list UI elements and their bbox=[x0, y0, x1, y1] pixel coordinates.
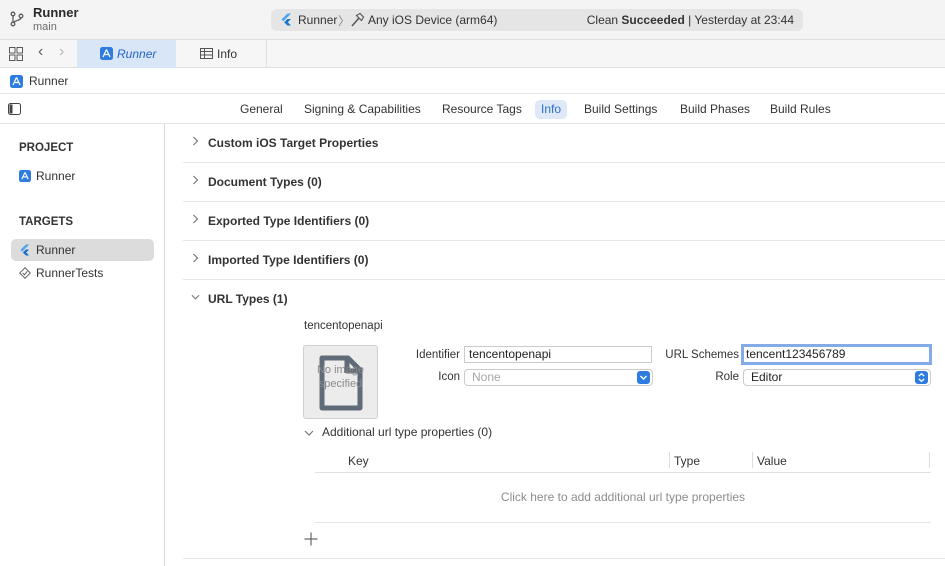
url-schemes-field[interactable]: tencent123456789 bbox=[741, 344, 932, 365]
app-icon bbox=[19, 170, 31, 182]
branch-name[interactable]: main bbox=[33, 21, 57, 33]
empty-table-placeholder[interactable]: Click here to add additional url type pr… bbox=[315, 490, 931, 504]
tab-general[interactable]: General bbox=[234, 100, 289, 119]
tab-build-rules[interactable]: Build Rules bbox=[764, 100, 837, 119]
additional-properties-toggle[interactable]: Additional url type properties (0) bbox=[322, 425, 492, 439]
app-icon bbox=[100, 47, 113, 60]
column-header-key[interactable]: Key bbox=[348, 454, 369, 468]
breadcrumb: Runner bbox=[0, 68, 945, 94]
chevron-right-icon bbox=[193, 214, 199, 224]
role-select-value: Editor bbox=[751, 370, 783, 384]
role-select[interactable]: Editor bbox=[743, 369, 931, 386]
image-placeholder-text: No image specified bbox=[316, 364, 365, 390]
tab-resource-tags[interactable]: Resource Tags bbox=[436, 100, 528, 119]
info-editor: Custom iOS Target Properties Document Ty… bbox=[165, 124, 945, 566]
chevron-right-icon bbox=[193, 253, 199, 263]
back-chevron-icon[interactable]: ‹ bbox=[38, 43, 43, 61]
project-item-label: Runner bbox=[36, 169, 76, 183]
section-title: Exported Type Identifiers (0) bbox=[208, 214, 370, 228]
identifier-field[interactable]: tencentopenapi bbox=[464, 346, 652, 363]
build-status: Clean Succeeded | Yesterday at 23:44 bbox=[586, 13, 794, 27]
app-icon bbox=[10, 75, 23, 88]
tab-build-settings[interactable]: Build Settings bbox=[578, 100, 663, 119]
editor-tab-bar: ‹ › Runner Info bbox=[0, 40, 945, 68]
test-target-icon bbox=[19, 267, 31, 279]
chevron-down-icon bbox=[191, 294, 200, 300]
url-schemes-label: URL Schemes bbox=[665, 349, 739, 361]
run-destination[interactable]: Any iOS Device (arm64) bbox=[368, 13, 497, 27]
tab-build-phases[interactable]: Build Phases bbox=[674, 100, 756, 119]
section-title: Imported Type Identifiers (0) bbox=[208, 253, 369, 267]
section-title: URL Types (1) bbox=[208, 292, 288, 306]
scheme-name[interactable]: Runner bbox=[298, 13, 337, 27]
icon-select-value: None bbox=[472, 370, 501, 384]
sidebar-toggle-icon[interactable] bbox=[8, 103, 21, 115]
column-divider bbox=[929, 452, 930, 468]
flutter-icon[interactable] bbox=[280, 13, 293, 26]
chevron-right-icon bbox=[193, 175, 199, 185]
section-divider bbox=[183, 558, 945, 559]
section-document-types[interactable]: Document Types (0) bbox=[183, 163, 945, 202]
role-label: Role bbox=[715, 371, 739, 383]
target-item-label: RunnerTests bbox=[36, 266, 104, 280]
section-title: Document Types (0) bbox=[208, 175, 322, 189]
chevron-down-icon bbox=[637, 371, 650, 384]
additional-properties-table: Key Type Value Click here to add additio… bbox=[315, 449, 931, 523]
targets-header: TARGETS bbox=[19, 216, 74, 228]
activity-view: Runner 〉 Any iOS Device (arm64) Clean Su… bbox=[271, 9, 803, 31]
add-url-type-button[interactable] bbox=[303, 531, 319, 547]
section-exported-type-identifiers[interactable]: Exported Type Identifiers (0) bbox=[183, 202, 945, 241]
chevron-right-icon bbox=[193, 136, 199, 146]
editor-section-tabs: General Signing & Capabilities Resource … bbox=[0, 94, 945, 124]
project-header: PROJECT bbox=[19, 142, 74, 154]
tab-label: Info bbox=[217, 47, 238, 61]
flutter-icon bbox=[20, 244, 30, 256]
column-header-type[interactable]: Type bbox=[674, 454, 700, 468]
tab-info[interactable]: Info bbox=[535, 100, 568, 119]
chevron-down-icon[interactable] bbox=[304, 428, 314, 438]
target-item-label: Runner bbox=[36, 243, 76, 257]
tab-info[interactable]: Info bbox=[177, 40, 267, 68]
url-type-image-well[interactable]: No image specified bbox=[303, 345, 378, 419]
project-item-runner[interactable]: Runner bbox=[11, 165, 154, 187]
title-bar: Runner main Runner 〉 Any iOS Device (arm… bbox=[0, 0, 945, 40]
tab-runner[interactable]: Runner bbox=[77, 40, 176, 68]
table-header: Key Type Value bbox=[315, 449, 931, 473]
target-item-runnertests[interactable]: RunnerTests bbox=[11, 262, 154, 284]
hammer-icon bbox=[351, 12, 365, 27]
target-item-runner[interactable]: Runner bbox=[11, 239, 154, 261]
column-divider[interactable] bbox=[752, 452, 753, 468]
branch-icon bbox=[10, 11, 24, 27]
section-custom-ios-target-properties[interactable]: Custom iOS Target Properties bbox=[183, 124, 945, 163]
project-target-list: PROJECT Runner TARGETS Runner RunnerTest… bbox=[0, 124, 165, 566]
section-imported-type-identifiers[interactable]: Imported Type Identifiers (0) bbox=[183, 241, 945, 280]
tab-signing-capabilities[interactable]: Signing & Capabilities bbox=[298, 100, 427, 119]
column-divider[interactable] bbox=[669, 452, 670, 468]
section-url-types[interactable]: URL Types (1) bbox=[183, 280, 945, 319]
table-icon bbox=[200, 48, 213, 59]
project-name[interactable]: Runner bbox=[33, 5, 79, 20]
identifier-label: Identifier bbox=[415, 349, 460, 361]
tab-label: Runner bbox=[117, 47, 157, 61]
column-header-value[interactable]: Value bbox=[757, 454, 787, 468]
icon-select[interactable]: None bbox=[464, 369, 653, 386]
forward-chevron-icon[interactable]: › bbox=[59, 43, 64, 61]
breadcrumb-item[interactable]: Runner bbox=[29, 74, 68, 88]
icon-label: Icon bbox=[438, 371, 460, 383]
section-title: Custom iOS Target Properties bbox=[208, 136, 379, 150]
url-type-title: tencentopenapi bbox=[304, 320, 383, 332]
stepper-arrows-icon bbox=[915, 371, 928, 384]
related-items-grid-icon[interactable] bbox=[9, 47, 23, 61]
table-divider bbox=[315, 522, 931, 523]
